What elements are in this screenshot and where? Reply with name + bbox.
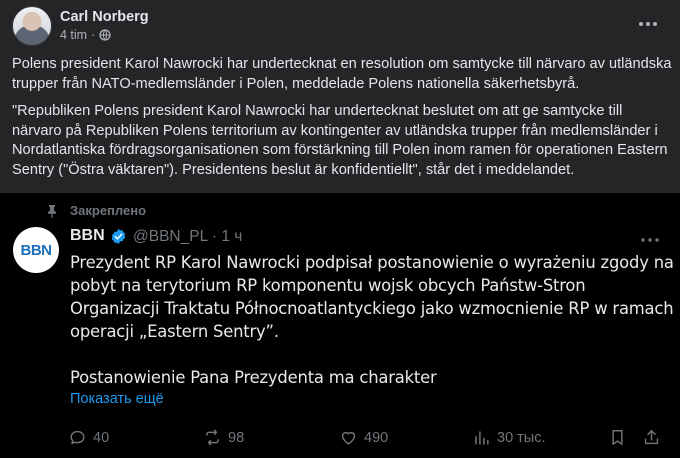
tweet-text: Prezydent RP Karol Nawrocki podpisał pos… — [70, 251, 674, 389]
views-button[interactable]: 30 тыс. — [472, 428, 546, 447]
post-header: Carl Norberg 4 tim · — [12, 6, 668, 48]
post-paragraph-2: "Republiken Polens president Karol Nawro… — [12, 103, 668, 178]
like-count: 490 — [364, 429, 389, 446]
reply-count: 40 — [93, 429, 110, 446]
tweet-actions: 40 98 490 30 тыс. — [68, 428, 668, 450]
embedded-tweet-image[interactable]: Закреплено BBN BBN @BBN_PL · 1 ч Prezyde… — [0, 193, 680, 458]
reply-icon — [70, 430, 85, 445]
pinned-indicator: Закреплено — [46, 203, 146, 218]
bookmark-icon — [612, 430, 623, 445]
pin-icon — [47, 204, 57, 218]
share-button[interactable] — [642, 428, 661, 447]
more-horizontal-icon — [639, 22, 657, 26]
share-icon — [644, 430, 659, 445]
post-options-button[interactable] — [634, 14, 662, 34]
show-more-link[interactable]: Показать ещё — [70, 391, 164, 407]
post-time[interactable]: 4 tim — [60, 28, 87, 42]
author-avatar[interactable] — [12, 6, 52, 46]
tweet-handle-time[interactable]: @BBN_PL · 1 ч — [133, 228, 242, 246]
repost-button[interactable]: 98 — [203, 428, 244, 447]
more-horizontal-icon — [641, 238, 659, 242]
verified-badge-icon — [111, 228, 125, 244]
tweet-more-button[interactable] — [638, 233, 662, 247]
reply-button[interactable]: 40 — [68, 428, 109, 447]
post-body: Polens president Karol Nawrocki har unde… — [12, 55, 672, 189]
repost-count: 98 — [228, 429, 245, 446]
like-icon — [341, 431, 356, 445]
tweet-paragraph-2: Postanowienie Pana Prezydenta ma charakt… — [70, 368, 437, 387]
meta-separator: · — [91, 28, 96, 42]
views-icon — [475, 431, 489, 445]
author-name[interactable]: Carl Norberg — [60, 9, 149, 25]
post-meta: 4 tim · — [60, 28, 111, 42]
repost-icon — [206, 429, 219, 446]
tweet-paragraph-1: Prezydent RP Karol Nawrocki podpisał pos… — [70, 253, 674, 341]
globe-icon[interactable] — [99, 29, 111, 41]
like-button[interactable]: 490 — [339, 428, 388, 447]
bookmark-button[interactable] — [608, 428, 627, 447]
post-paragraph-1: Polens president Karol Nawrocki har unde… — [12, 56, 672, 92]
tweet-author[interactable]: BBN — [70, 227, 127, 245]
tweet-avatar-logo: BBN — [20, 241, 53, 259]
pinned-label: Закреплено — [70, 203, 147, 218]
tweet-avatar[interactable]: BBN — [13, 227, 59, 273]
views-count: 30 тыс. — [497, 429, 546, 446]
tweet-author-name: BBN — [70, 227, 105, 244]
